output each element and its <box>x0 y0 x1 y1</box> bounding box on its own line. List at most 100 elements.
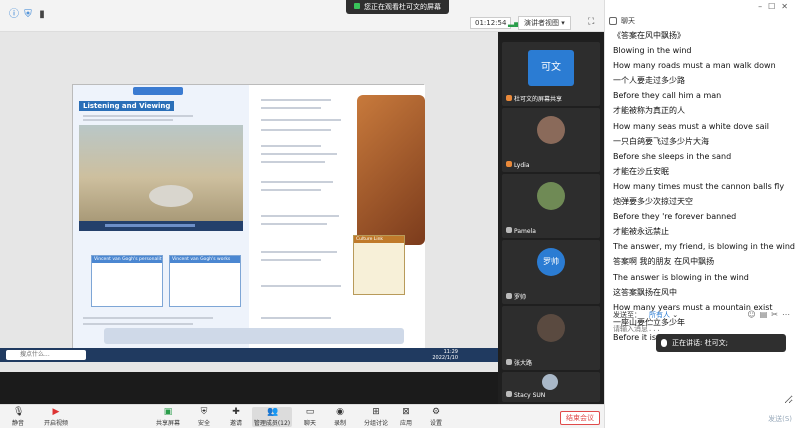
slide-right-page: Culture Link <box>249 85 425 361</box>
video-progress-bar[interactable] <box>105 224 195 227</box>
end-meeting-button[interactable]: 结束会议 <box>560 411 600 425</box>
speaker-view-button[interactable]: 演讲者视图 ▾ <box>518 16 571 30</box>
emoji-icon[interactable]: ☺ <box>747 310 759 319</box>
text-line <box>261 99 331 101</box>
text-line <box>261 317 331 319</box>
text-line <box>261 107 321 109</box>
mic-icon <box>506 95 512 101</box>
close-icon[interactable]: ✕ <box>781 2 794 11</box>
participant-tile[interactable]: Stacy SUN <box>502 372 600 402</box>
shared-screen: Listening and Viewing Vincent van Gogh's… <box>0 32 498 372</box>
mic-off-icon <box>506 359 512 365</box>
chat-message-line: 才能在沙丘安眠 <box>613 166 669 176</box>
chat-message-line: The answer, my friend, is blowing in the… <box>613 242 795 252</box>
text-line <box>261 251 337 253</box>
invite-icon: ✚ <box>232 407 240 417</box>
video-off-icon: ▶ <box>52 407 60 417</box>
presentation-toolbar[interactable] <box>104 328 404 344</box>
share-banner: 您正在观看杜可文的屏幕 <box>346 0 449 14</box>
microphone-icon: 🎙 <box>13 407 25 417</box>
mic-off-icon <box>506 293 512 299</box>
participant-tile[interactable]: 可文 杜可文的屏幕共享 <box>502 42 600 106</box>
settings-button[interactable]: ⚙ 设置 <box>420 407 452 427</box>
text-line <box>83 323 193 325</box>
text-line <box>83 115 193 117</box>
text-line <box>83 119 173 121</box>
chat-message-line: The answer is blowing in the wind <box>613 272 749 282</box>
chat-message-line: Before they call him a man <box>613 91 722 101</box>
text-line <box>261 285 341 287</box>
top-bar: ⓘ ⛨ ▮ 您正在观看杜可文的屏幕 01:12:54 ▂▄▆ 演讲者视图 ▾ ⛶ <box>0 0 604 32</box>
text-line <box>261 153 337 155</box>
record-icon: ◉ <box>336 407 344 417</box>
minimize-icon[interactable]: – <box>758 2 768 11</box>
file-icon[interactable]: ▤ <box>760 310 772 319</box>
slide-top-tab <box>133 87 183 95</box>
send-to-selector[interactable]: 发送至： 所有人 ⌄ <box>613 310 678 320</box>
chat-message-line: Before they 're forever banned <box>613 212 737 222</box>
taskbar-search[interactable]: 搜点什么... <box>6 350 86 360</box>
shield-icon[interactable]: ⛨ <box>22 9 34 21</box>
security-button[interactable]: ⛨ 安全 <box>188 407 220 427</box>
invite-button[interactable]: ✚ 邀请 <box>220 407 252 427</box>
video-button[interactable]: ▶ 开启视频 <box>40 407 72 427</box>
screen-share-icon <box>354 3 360 9</box>
participant-tile[interactable]: 罗帅 罗帅 <box>502 240 600 304</box>
speaking-indicator: 正在讲话: 杜可文; <box>656 334 786 352</box>
chat-panel: –☐✕ 聊天 《答案在风中飘扬》 Blowing in the wind How m… <box>604 0 800 428</box>
mic-off-icon <box>506 391 512 397</box>
signal-bars-icon[interactable]: ▮ <box>36 9 48 21</box>
mic-icon <box>661 339 667 347</box>
maximize-icon[interactable]: ☐ <box>768 2 781 11</box>
mute-button[interactable]: 🎙 静音 <box>2 407 34 427</box>
text-line <box>261 145 321 147</box>
chat-message-line: 答案啊 我的朋友 在风中飘扬 <box>613 257 715 267</box>
manage-members-button[interactable]: 👥 管理成员(12) <box>252 407 292 427</box>
chat-message-line: Before she sleeps in the sand <box>613 151 732 161</box>
participant-tile[interactable]: Lydia <box>502 108 600 172</box>
avatar: 可文 <box>528 50 574 86</box>
participant-tile[interactable]: 张大路 <box>502 306 600 370</box>
more-icon[interactable]: ⋯ <box>782 310 794 319</box>
chat-message-line: Blowing in the wind <box>613 46 692 56</box>
apps-icon: ⊠ <box>402 407 410 417</box>
share-screen-button[interactable]: ▣ 共享屏幕 <box>152 407 184 427</box>
works-box: Vincent van Gogh's works <box>169 255 241 307</box>
slide: Listening and Viewing Vincent van Gogh's… <box>72 84 425 361</box>
screenshot-icon[interactable]: ✂ <box>771 310 782 319</box>
fullscreen-icon[interactable]: ⛶ <box>588 17 594 27</box>
text-line <box>261 129 331 131</box>
mic-off-icon <box>506 227 512 233</box>
chat-message-line: 一只白鸽要飞过多少片大海 <box>613 136 709 146</box>
slide-title: Listening and Viewing <box>79 101 175 111</box>
culture-link-box: Culture Link <box>353 235 405 295</box>
apps-button[interactable]: ⊠ 应用 <box>390 407 422 427</box>
info-icon[interactable]: ⓘ <box>8 9 20 21</box>
participant-tile[interactable]: Pamela <box>502 174 600 238</box>
breakout-button[interactable]: ⊞ 分组讨论 <box>360 407 392 427</box>
participant-list: 可文 杜可文的屏幕共享 Lydia Pamela 罗帅 罗帅 张大路 Stacy… <box>498 32 604 404</box>
record-button[interactable]: ◉ 录制 <box>324 407 356 427</box>
chat-message-line: How many times must the cannon balls fly <box>613 181 785 191</box>
chat-button[interactable]: ▭ 聊天 <box>294 407 326 427</box>
chat-message-line: 才能被称为真正的人 <box>613 106 685 116</box>
chevron-down-icon[interactable]: ⌄ <box>672 311 678 319</box>
send-button[interactable]: 发送(S) <box>768 414 792 424</box>
chat-message-line: 才能被永远禁止 <box>613 227 669 237</box>
chat-message-line: How many roads must a man walk down <box>613 61 776 71</box>
slide-left-page: Listening and Viewing Vincent van Gogh's… <box>73 85 249 361</box>
chat-message-line: 一个人要走过多少路 <box>613 76 685 86</box>
text-line <box>261 181 333 183</box>
avatar <box>537 116 565 144</box>
avatar <box>537 182 565 210</box>
windows-taskbar: 搜点什么... 11:29 2022/1/10 <box>0 348 498 362</box>
avatar: 罗帅 <box>537 248 565 276</box>
window-controls[interactable]: –☐✕ <box>758 2 794 11</box>
chat-message-line: 炮弹要多少次掠过天空 <box>613 197 693 207</box>
taskbar-clock: 11:29 2022/1/10 <box>432 349 458 361</box>
meeting-window: ⓘ ⛨ ▮ 您正在观看杜可文的屏幕 01:12:54 ▂▄▆ 演讲者视图 ▾ ⛶… <box>0 0 800 428</box>
video-player[interactable] <box>79 125 243 221</box>
shield-icon: ⛨ <box>200 407 208 417</box>
video-controls[interactable] <box>79 221 243 231</box>
members-icon: 👥 <box>267 407 279 417</box>
